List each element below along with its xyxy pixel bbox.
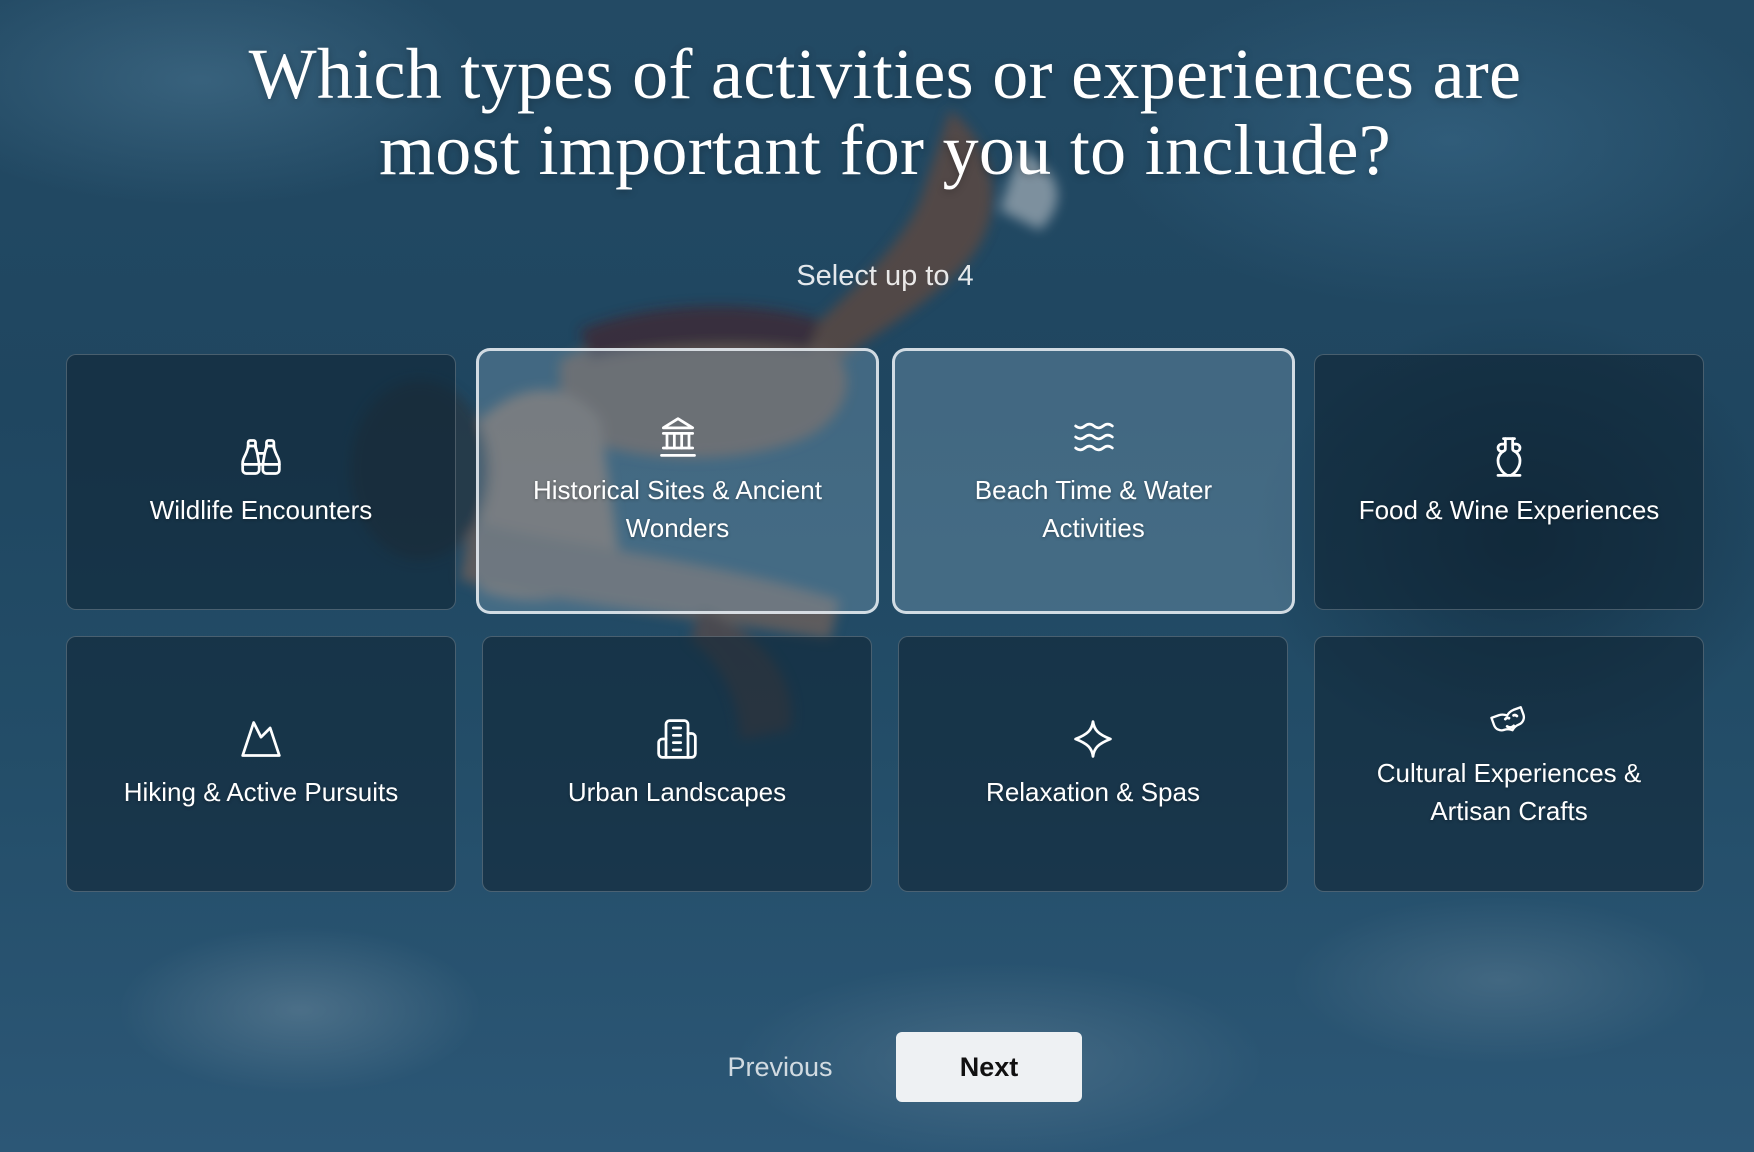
binoculars-icon [241, 439, 281, 475]
option-label: Hiking & Active Pursuits [123, 777, 399, 807]
option-label: Urban Landscapes [567, 777, 787, 807]
option-label: Relaxation & Spas [986, 777, 1200, 807]
option-label: Historical Sites & Ancient Wonders [532, 475, 822, 543]
option-card-food-wine[interactable]: Food & Wine Experiences [1314, 354, 1704, 610]
option-card-cultural-artisan[interactable]: Cultural Experiences & Artisan Crafts [1314, 636, 1704, 892]
question-title: Which types of activities or experiences… [180, 36, 1590, 188]
building-icon [657, 719, 697, 759]
next-button[interactable]: Next [896, 1032, 1082, 1102]
option-card-relaxation-spas[interactable]: Relaxation & Spas [898, 636, 1288, 892]
option-label: Beach Time & Water Activities [974, 475, 1213, 543]
question-title-line-2: most important for you to include? [378, 110, 1391, 190]
theater-masks-icon [1490, 706, 1526, 732]
sparkle-icon [1074, 720, 1112, 758]
waves-icon [1073, 422, 1114, 452]
option-card-historical-sites[interactable]: Historical Sites & Ancient Wonders [476, 348, 879, 614]
option-label: Wildlife Encounters [149, 495, 373, 525]
question-screen: Which types of activities or experiences… [0, 0, 1754, 1152]
landmark-icon [659, 417, 696, 457]
question-title-line-1: Which types of activities or experiences… [248, 34, 1522, 114]
option-card-hiking[interactable]: Hiking & Active Pursuits [66, 636, 456, 892]
option-card-wildlife-encounters[interactable]: Wildlife Encounters [66, 354, 456, 610]
option-card-urban-landscapes[interactable]: Urban Landscapes [482, 636, 872, 892]
mountain-icon [241, 721, 281, 757]
option-label: Food & Wine Experiences [1358, 495, 1660, 525]
previous-button[interactable]: Previous [700, 1040, 860, 1094]
option-card-beach-water[interactable]: Beach Time & Water Activities [892, 348, 1295, 614]
selection-instruction: Select up to 4 [796, 260, 974, 292]
amphora-icon [1496, 437, 1522, 477]
option-label: Cultural Experiences & Artisan Crafts [1376, 758, 1642, 826]
